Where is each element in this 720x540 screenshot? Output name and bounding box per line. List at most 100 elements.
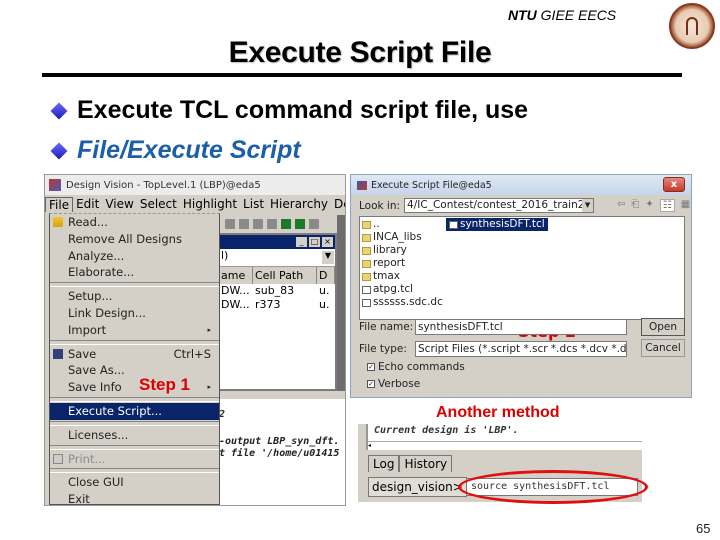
dv-toolbar <box>223 215 345 233</box>
look-in-row: Look in: 4/IC_Contest/contest_2016_train… <box>359 198 595 213</box>
horizontal-scrollbar[interactable]: ◂ <box>368 441 642 450</box>
console-tabs: Log History <box>368 455 453 472</box>
menu-item-setup[interactable]: Setup... <box>50 288 219 305</box>
file-menu-dropdown: Read... Remove All Designs Analyze... El… <box>49 213 220 505</box>
slide-title: Execute Script File <box>228 36 492 69</box>
file-icon <box>362 285 371 294</box>
chevron-down-icon[interactable]: ▼ <box>582 199 594 212</box>
open-button[interactable]: Open <box>641 318 685 336</box>
close-icon[interactable]: × <box>322 237 333 247</box>
list-item-selected[interactable]: synthesisDFT.tcl <box>446 218 548 231</box>
another-method-annotation: Another method <box>436 404 560 421</box>
back-arrow-icon[interactable]: ⇦ <box>617 199 625 212</box>
parent-folder-icon[interactable]: ⎗ <box>631 199 639 212</box>
dv-titlebar: Design Vision - TopLevel.1 (LBP)@eda5 <box>45 175 345 195</box>
org-dept: GIEE EECS <box>536 7 617 23</box>
menu-item-execute-script[interactable]: Execute Script... <box>50 402 219 420</box>
print-icon <box>53 453 63 464</box>
dialog-title: Execute Script File@eda5 <box>371 179 492 191</box>
folder-open-icon <box>53 217 63 227</box>
menu-item-remove-all-designs[interactable]: Remove All Designs <box>50 231 219 248</box>
list-item[interactable]: INCA_libs <box>362 231 422 244</box>
toolbar-symbol-icon[interactable] <box>281 219 291 229</box>
menu-separator <box>50 282 219 288</box>
detail-view-icon[interactable]: ▦ <box>681 199 690 212</box>
table-row[interactable]: DW... r373 u. <box>219 298 335 312</box>
menu-item-save-as[interactable]: Save As... <box>50 362 219 379</box>
list-view-icon[interactable]: ☷ <box>659 199 675 212</box>
command-prompt-label: design_vision> <box>368 477 467 497</box>
page-number: 65 <box>696 521 711 536</box>
menu-item-save-info[interactable]: Save Info ▸ <box>50 379 219 396</box>
submenu-arrow-icon: ▸ <box>207 325 211 334</box>
dv-console-output: 2 -output LBP_syn_dft. t file '/home/u01… <box>217 399 345 505</box>
look-in-combo[interactable]: 4/IC_Contest/contest_2016_train2/ ▼ <box>404 198 595 213</box>
menu-separator <box>50 339 219 345</box>
menu-item-exit[interactable]: Exit <box>50 491 219 505</box>
new-folder-icon[interactable]: ✦ <box>645 199 653 212</box>
design-vision-window: Design Vision - TopLevel.1 (LBP)@eda5 Fi… <box>44 174 346 506</box>
list-item[interactable]: .. <box>362 218 380 231</box>
column-d[interactable]: D <box>317 267 335 284</box>
menu-separator <box>50 420 219 426</box>
list-item[interactable]: atpg.tcl <box>362 283 413 296</box>
menu-item-link-design[interactable]: Link Design... <box>50 305 219 322</box>
menu-view[interactable]: View <box>102 197 136 211</box>
table-row[interactable]: DW... sub_83 u. <box>219 284 335 298</box>
dialog-nav-buttons: ⇦ ⎗ ✦ ☷ ▦ <box>617 199 690 212</box>
menu-item-close-gui[interactable]: Close GUI <box>50 474 219 491</box>
list-item[interactable]: tmax <box>362 270 400 283</box>
design-vision-app-icon <box>49 179 61 191</box>
title-divider <box>42 73 682 77</box>
dv-scroll-region <box>337 215 345 391</box>
menu-list[interactable]: List <box>240 197 267 211</box>
bullet-item: File/Execute Script <box>50 136 301 165</box>
column-cell-path[interactable]: Cell Path <box>253 267 317 284</box>
menu-highlight[interactable]: Highlight <box>180 197 240 211</box>
list-item[interactable]: ssssss.sdc.dc <box>362 296 443 309</box>
cancel-button[interactable]: Cancel <box>641 339 685 357</box>
verbose-checkbox[interactable]: ✓ Verbose <box>367 378 420 390</box>
list-item[interactable]: library <box>362 244 407 257</box>
toolbar-box-icon[interactable] <box>253 219 263 229</box>
file-type-select[interactable]: Script Files (*.script *.scr *.dcs *.dcv… <box>415 341 627 357</box>
file-list[interactable]: .. INCA_libs library report tmax atpg.tc… <box>359 216 685 341</box>
inner-window-titlebar: _ □ × <box>219 235 335 249</box>
toolbar-report-icon[interactable] <box>309 219 319 229</box>
list-item[interactable]: report <box>362 257 405 270</box>
menu-item-import[interactable]: Import ▸ <box>50 322 219 339</box>
tab-log[interactable]: Log <box>368 455 400 472</box>
dv-window-title: Design Vision - TopLevel.1 (LBP)@eda5 <box>66 179 261 191</box>
chevron-down-icon[interactable]: ▼ <box>322 251 334 264</box>
toolbar-up2-icon[interactable] <box>239 219 249 229</box>
minimize-icon[interactable]: _ <box>296 237 307 247</box>
menu-select[interactable]: Select <box>137 197 180 211</box>
file-name-row: File name: synthesisDFT.tcl <box>359 319 627 335</box>
maximize-icon[interactable]: □ <box>309 237 320 247</box>
shortcut-label: Ctrl+S <box>173 346 211 361</box>
column-name[interactable]: ame <box>219 267 253 284</box>
menu-design[interactable]: De <box>331 197 345 211</box>
tab-history[interactable]: History <box>399 455 453 472</box>
bullet-item: Execute TCL command script file, use <box>50 96 528 125</box>
file-name-input[interactable]: synthesisDFT.tcl <box>415 319 627 335</box>
diamond-bullet-icon <box>50 102 68 119</box>
close-icon[interactable]: x <box>663 177 685 192</box>
menu-item-analyze[interactable]: Analyze... <box>50 248 219 265</box>
menu-file[interactable]: File <box>45 196 74 212</box>
file-type-label: File type: <box>359 343 407 355</box>
menu-item-licenses[interactable]: Licenses... <box>50 427 219 444</box>
toolbar-schematic-icon[interactable] <box>267 219 277 229</box>
echo-commands-checkbox[interactable]: ✓ Echo commands <box>367 361 465 373</box>
menu-item-save[interactable]: Save Ctrl+S <box>50 346 219 363</box>
toolbar-hier-icon[interactable] <box>295 219 305 229</box>
organization-label: NTU GIEE EECS <box>508 7 616 23</box>
menu-edit[interactable]: Edit <box>73 197 102 211</box>
toolbar-up-icon[interactable] <box>225 219 235 229</box>
menu-hierarchy[interactable]: Hierarchy <box>267 197 331 211</box>
checkbox-checked-icon[interactable]: ✓ <box>367 363 375 371</box>
menu-item-elaborate[interactable]: Elaborate... <box>50 264 219 281</box>
menu-item-read[interactable]: Read... <box>50 214 219 231</box>
checkbox-checked-icon[interactable]: ✓ <box>367 380 375 388</box>
design-combo[interactable]: l) ▼ <box>219 249 335 267</box>
